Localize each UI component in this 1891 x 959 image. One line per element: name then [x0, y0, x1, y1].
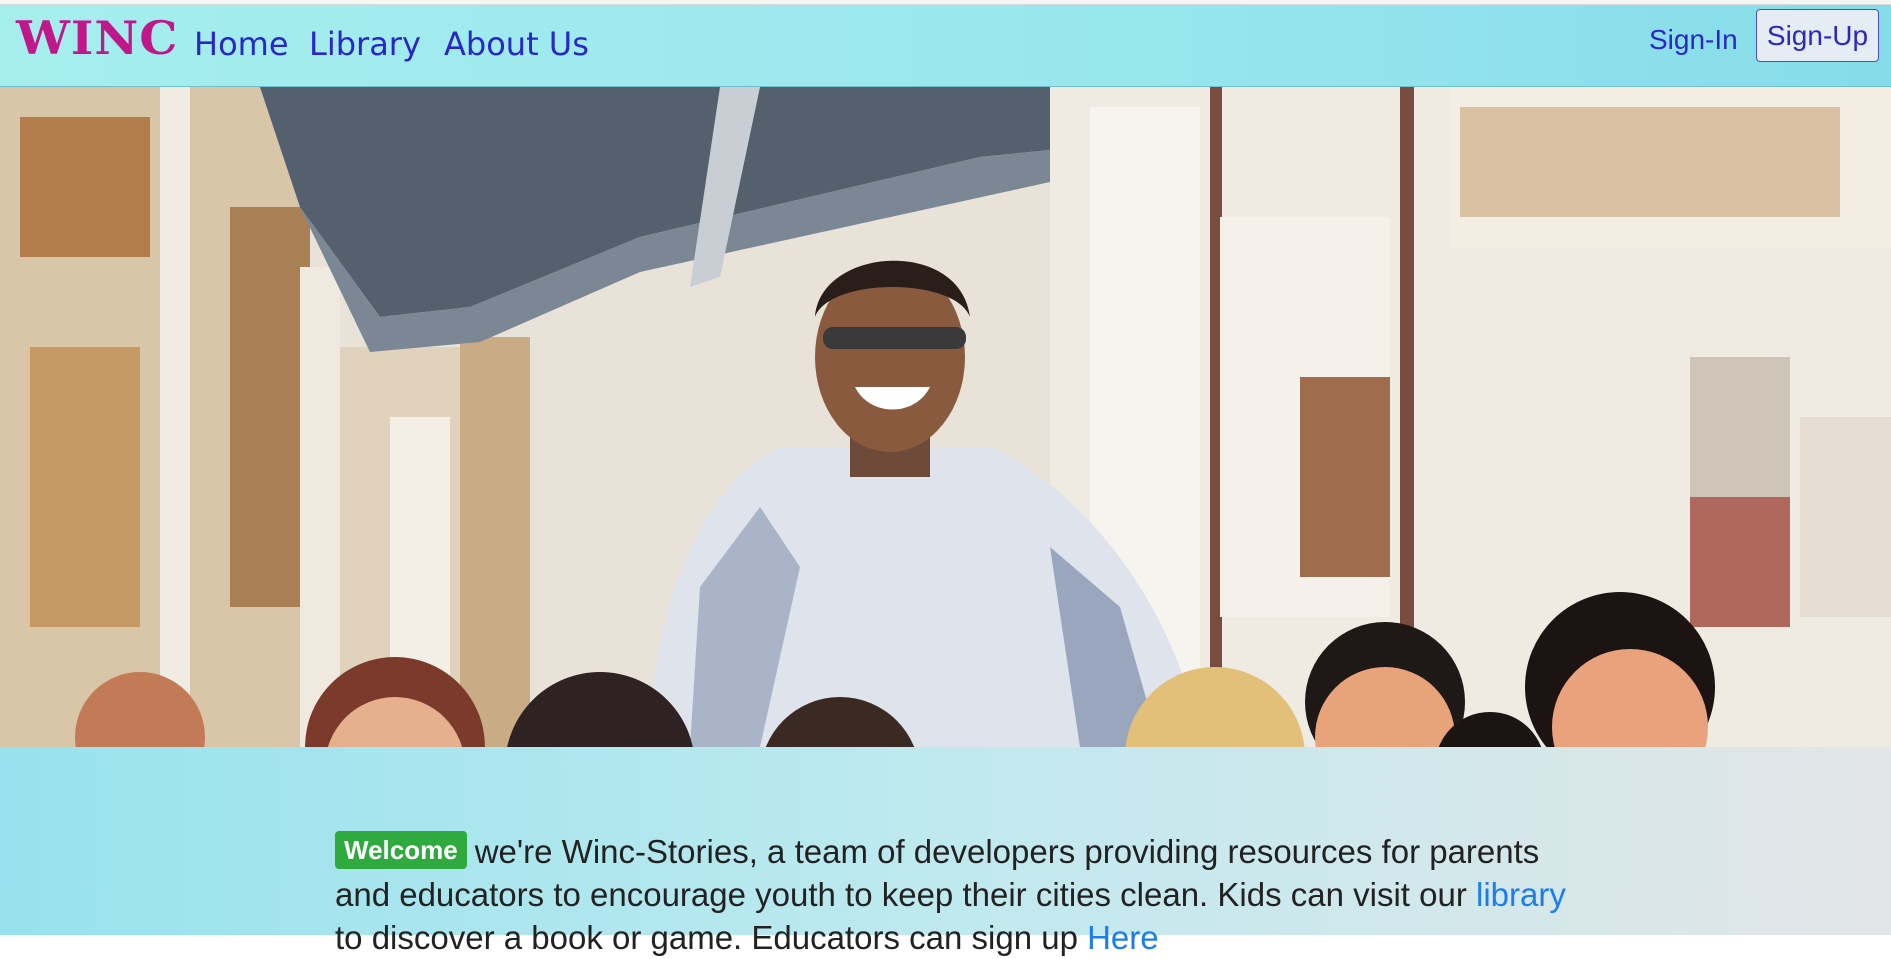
intro-section: Welcome we're Winc-Stories, a team of dev… — [0, 747, 1891, 956]
intro-text-part-2: to discover a book or game. Educators ca… — [335, 919, 1078, 956]
brand-logo[interactable]: WINC — [16, 16, 178, 62]
intro-paragraph: Welcome we're Winc-Stories, a team of dev… — [335, 830, 1575, 959]
educator-signup-link[interactable]: Here — [1087, 919, 1159, 956]
sign-up-button[interactable]: Sign-Up — [1756, 9, 1879, 62]
navbar: WINC Home Library About Us Sign-In Sign-… — [0, 5, 1891, 87]
hero-illustration — [0, 87, 1891, 747]
nav-home-link[interactable]: Home — [194, 25, 289, 63]
hero-banner — [0, 87, 1891, 747]
nav-about-link[interactable]: About Us — [444, 25, 589, 63]
welcome-badge: Welcome — [335, 831, 467, 869]
intro-text-part-1: we're Winc-Stories, a team of developers… — [335, 833, 1540, 913]
library-inline-link[interactable]: library — [1476, 876, 1566, 913]
nav-library-link[interactable]: Library — [309, 25, 421, 63]
sign-in-link[interactable]: Sign-In — [1649, 20, 1738, 60]
